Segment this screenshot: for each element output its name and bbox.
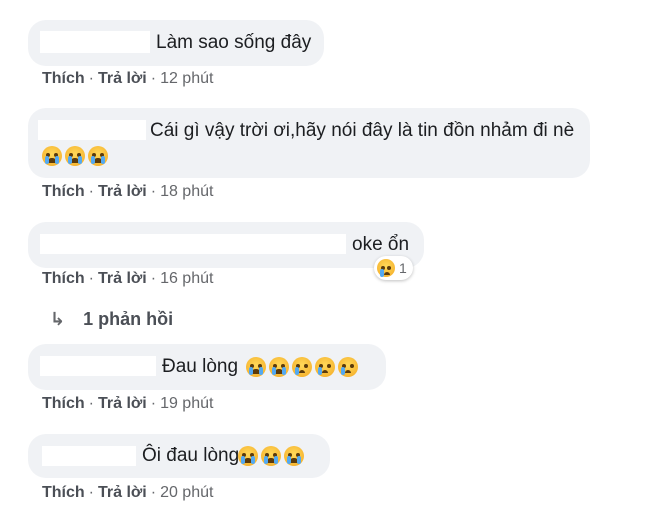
comment-bubble: oke ổn <box>28 222 424 268</box>
comment-text: Cái gì vậy trời ơi,hãy nói đây là tin đồ… <box>150 120 575 141</box>
comment-bubble: Cái gì vậy trời ơi,hãy nói đây là tin đồ… <box>28 108 590 178</box>
reply-button[interactable]: Trả lời <box>98 270 147 287</box>
redacted-author-name <box>40 234 346 254</box>
reply-button[interactable]: Trả lời <box>98 70 147 87</box>
like-button[interactable]: Thích <box>42 183 85 200</box>
redacted-author-name <box>42 446 136 466</box>
comment-bubble: Ôi đau lòng <box>28 434 330 478</box>
comment-time[interactable]: 19 phút <box>160 395 213 412</box>
crying-face-icon <box>88 146 108 166</box>
comment-actions: Thích · Trả lời · 18 phút <box>42 183 214 200</box>
comment-text: Đau lòng <box>162 356 239 377</box>
crying-face-icon <box>261 446 281 466</box>
comment-text: oke ổn <box>352 234 410 255</box>
crying-face-icon <box>238 446 258 466</box>
emoji-row <box>42 146 111 166</box>
view-replies-link[interactable]: ↳ 1 phản hồi <box>50 309 173 330</box>
comment-time[interactable]: 12 phút <box>160 70 213 87</box>
comment-time[interactable]: 20 phút <box>160 484 213 501</box>
reaction-count: 1 <box>399 260 407 276</box>
comment-text: Làm sao sống đây <box>156 32 312 53</box>
redacted-author-name <box>40 31 150 53</box>
sad-face-icon <box>338 357 358 377</box>
sad-face-icon <box>315 357 335 377</box>
replies-count-label: 1 phản hồi <box>83 309 174 329</box>
reaction-badge[interactable]: 1 <box>374 256 413 280</box>
reply-button[interactable]: Trả lời <box>98 484 147 501</box>
comment-bubble: Làm sao sống đây <box>28 20 324 66</box>
redacted-author-name <box>38 120 146 140</box>
reply-button[interactable]: Trả lời <box>98 183 147 200</box>
like-button[interactable]: Thích <box>42 70 85 87</box>
like-button[interactable]: Thích <box>42 270 85 287</box>
crying-face-icon <box>269 357 289 377</box>
comment-bubble: Đau lòng <box>28 344 386 390</box>
comment-time[interactable]: 18 phút <box>160 183 213 200</box>
like-button[interactable]: Thích <box>42 395 85 412</box>
comment-text: Ôi đau lòng <box>142 445 240 466</box>
comment-actions: Thích · Trả lời · 19 phút <box>42 395 214 412</box>
reply-arrow-icon: ↳ <box>50 309 66 329</box>
crying-face-icon <box>42 146 62 166</box>
like-button[interactable]: Thích <box>42 484 85 501</box>
redacted-author-name <box>40 356 156 376</box>
crying-face-icon <box>65 146 85 166</box>
sad-face-icon <box>377 259 395 277</box>
comment-actions: Thích · Trả lời · 16 phút <box>42 270 214 287</box>
comment-actions: Thích · Trả lời · 12 phút <box>42 70 214 87</box>
crying-face-icon <box>284 446 304 466</box>
reply-button[interactable]: Trả lời <box>98 395 147 412</box>
comment-time[interactable]: 16 phút <box>160 270 213 287</box>
crying-face-icon <box>246 357 266 377</box>
comment-actions: Thích · Trả lời · 20 phút <box>42 484 214 501</box>
emoji-row <box>246 357 361 377</box>
sad-face-icon <box>292 357 312 377</box>
emoji-row <box>238 446 307 466</box>
